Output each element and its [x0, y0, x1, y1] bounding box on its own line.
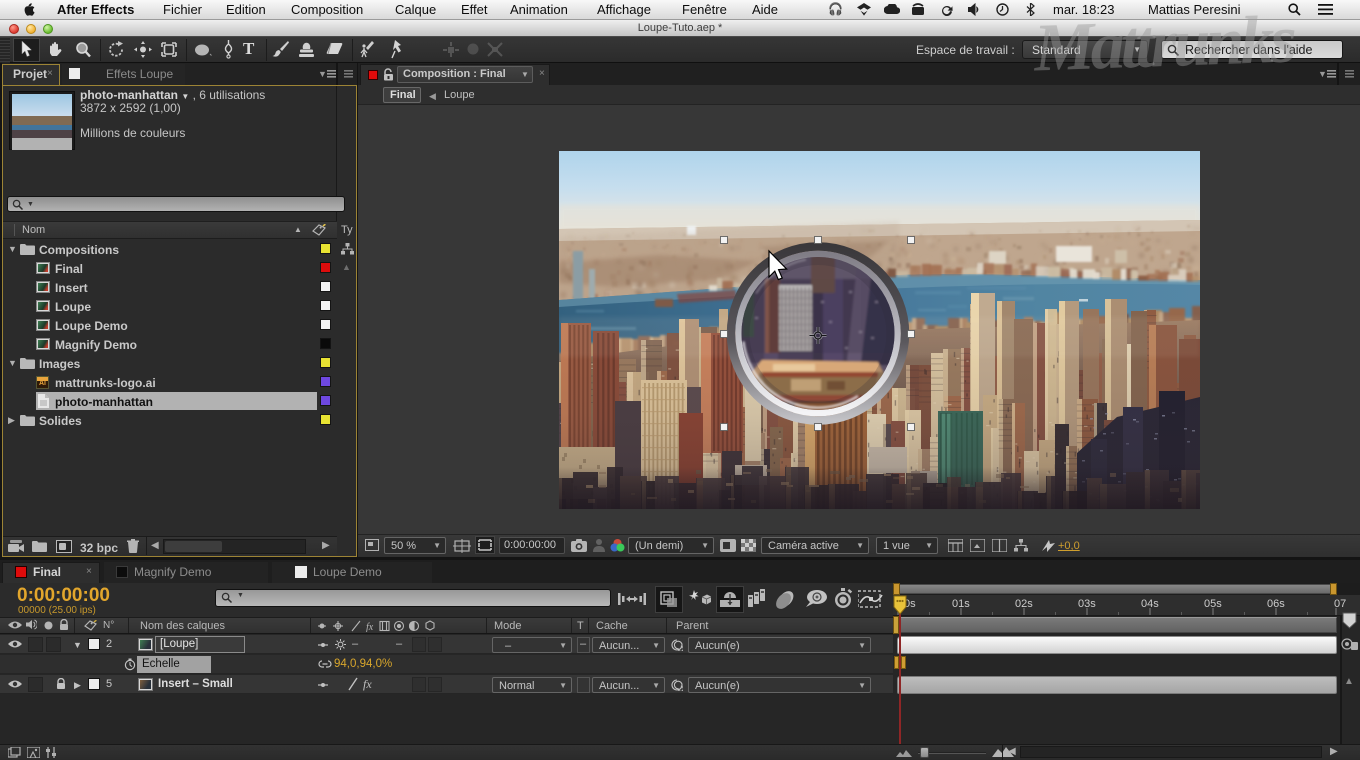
svg-text:fx: fx: [366, 622, 374, 632]
